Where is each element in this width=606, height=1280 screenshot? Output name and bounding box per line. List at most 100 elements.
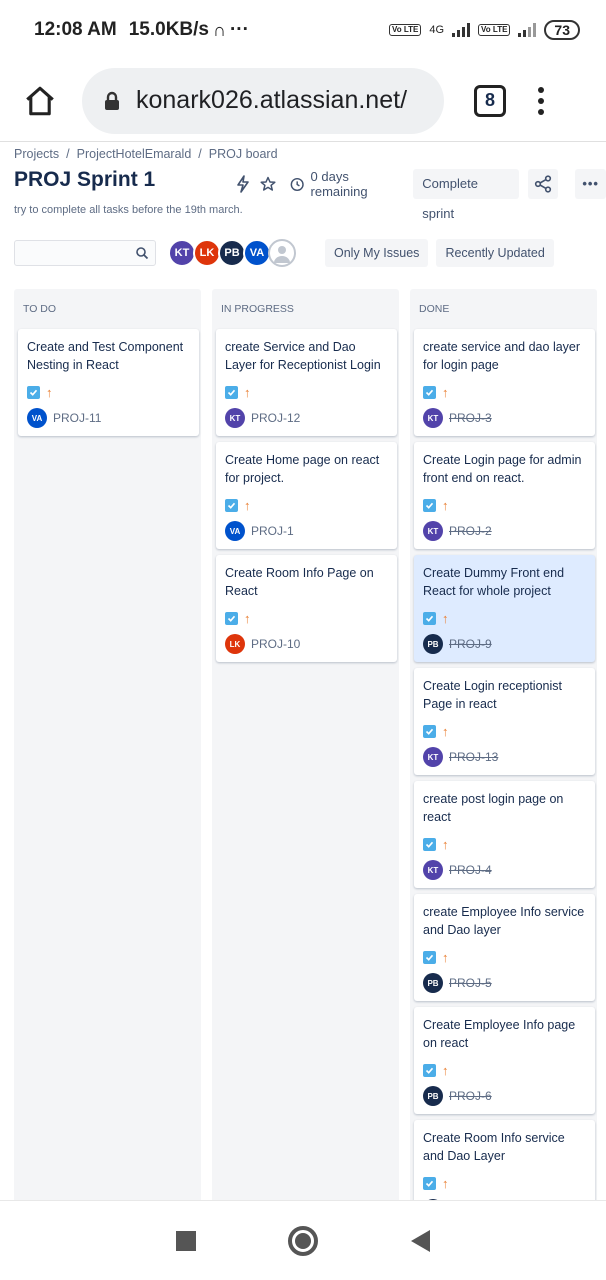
board-column: TO DO Create and Test Component Nesting i… — [14, 289, 201, 1200]
assignee-avatar: KT — [423, 408, 443, 428]
lightning-icon[interactable] — [232, 173, 253, 195]
issue-card[interactable]: Create Dummy Front end React for whole p… — [414, 555, 595, 662]
issue-card[interactable]: Create and Test Component Nesting in Rea… — [18, 329, 199, 436]
avatar-initials: PB — [224, 247, 240, 259]
star-icon[interactable] — [257, 173, 278, 195]
breadcrumb: Projects / ProjectHotelEmarald / PROJ board — [14, 147, 278, 161]
issue-card[interactable]: Create Room Info Page on React ↑ LK PROJ-10 — [216, 555, 397, 662]
network-type: 4G — [429, 24, 445, 36]
avatar-initials: KT — [174, 247, 190, 259]
issue-key[interactable]: PROJ-1 — [251, 524, 294, 538]
issue-card[interactable]: create service and dao layer for login p… — [414, 329, 595, 436]
recents-icon[interactable] — [176, 1230, 197, 1251]
issue-card[interactable]: create Service and Dao Layer for Recepti… — [216, 329, 397, 436]
volte-icon-2: Vo LTE — [478, 24, 511, 36]
issue-title: create service and dao layer for login p… — [423, 340, 581, 372]
assignee-initials: KT — [427, 865, 439, 875]
search-input[interactable] — [14, 240, 156, 266]
task-type-icon — [423, 1176, 436, 1190]
avatar[interactable]: LK — [193, 239, 221, 267]
assignee-avatar: PB — [423, 1086, 443, 1106]
issue-title: Create Home page on react for project. — [225, 453, 380, 485]
unassigned-avatar-icon[interactable] — [268, 239, 296, 267]
issue-key[interactable]: PROJ-11 — [53, 411, 101, 425]
assignee-avatar: KT — [423, 521, 443, 541]
task-type-icon — [423, 385, 436, 399]
assignee-avatar: KT — [423, 860, 443, 880]
issue-key[interactable]: PROJ-6 — [449, 1089, 492, 1103]
issue-key[interactable]: PROJ-13 — [449, 750, 498, 764]
assignee-avatar: PB — [423, 973, 443, 993]
issue-key[interactable]: PROJ-10 — [251, 637, 300, 651]
jira-board-page: Projects / ProjectHotelEmarald / PROJ board … — [0, 142, 606, 1200]
issue-key[interactable]: PROJ-9 — [449, 637, 492, 651]
browser-menu-icon[interactable] — [538, 86, 544, 115]
address-bar[interactable]: konark026.atlassian.net/ — [82, 67, 444, 134]
task-type-icon — [27, 385, 40, 399]
assignee-initials: KT — [229, 413, 241, 423]
assignee-avatar: VA — [225, 521, 245, 541]
search-icon — [136, 247, 149, 260]
issue-title: Create Login page for admin front end on… — [423, 453, 582, 485]
tab-switcher-button[interactable]: 8 — [474, 84, 506, 117]
avatar[interactable]: KT — [168, 239, 196, 267]
assignee-avatar: KT — [423, 747, 443, 767]
column-header: DONE — [419, 303, 450, 315]
complete-sprint-button[interactable]: Complete sprint — [413, 169, 519, 221]
home-nav-icon[interactable] — [288, 1225, 319, 1256]
assignee-initials: KT — [427, 526, 439, 536]
breadcrumb-projects[interactable]: Projects — [14, 147, 59, 161]
battery-icon: 73 — [544, 20, 580, 40]
issue-title: create post login page on react — [423, 792, 564, 824]
issue-title: Create and Test Component Nesting in Rea… — [27, 340, 184, 372]
column-header: IN PROGRESS — [221, 303, 294, 315]
assignee-avatars: KT LK PB VA — [168, 239, 296, 267]
sprint-actions: 0 days remaining Complete sprint ••• — [232, 169, 606, 221]
priority-high-icon: ↑ — [442, 384, 449, 400]
issue-card[interactable]: create post login page on react ↑ KT PROJ-4 — [414, 781, 595, 888]
page-title: PROJ Sprint 1 — [14, 168, 156, 191]
issue-key[interactable]: PROJ-4 — [449, 863, 492, 877]
more-options-button[interactable]: ••• — [575, 169, 606, 199]
task-type-icon — [423, 837, 436, 851]
priority-high-icon: ↑ — [46, 384, 53, 400]
more-notifications-icon: ··· — [229, 19, 249, 40]
browser-toolbar: konark026.atlassian.net/ 8 — [0, 60, 606, 142]
board-filters: KT LK PB VA Only My Issues Recently Upda… — [14, 238, 606, 268]
assignee-initials: KT — [427, 413, 439, 423]
issue-card[interactable]: Create Login page for admin front end on… — [414, 442, 595, 549]
assignee-initials: VA — [31, 413, 43, 423]
issue-key[interactable]: PROJ-3 — [449, 411, 492, 425]
issue-card[interactable]: Create Login receptionist Page in react ↑… — [414, 668, 595, 775]
issue-key[interactable]: PROJ-5 — [449, 976, 492, 990]
breadcrumb-board[interactable]: PROJ board — [209, 147, 278, 161]
avatar[interactable]: PB — [218, 239, 246, 267]
recently-updated-filter[interactable]: Recently Updated — [436, 239, 554, 267]
home-icon — [26, 86, 54, 115]
assignee-initials: PB — [427, 639, 439, 649]
remaining-label: 0 days remaining — [310, 169, 368, 199]
issue-card[interactable]: create Employee Info service and Dao lay… — [414, 894, 595, 1001]
task-type-icon — [423, 724, 436, 738]
issue-card[interactable]: Create Employee Info page on react ↑ PB PRO… — [414, 1007, 595, 1114]
board-column: IN PROGRESS create Service and Dao Layer … — [212, 289, 399, 1200]
home-button[interactable] — [22, 83, 58, 119]
task-type-icon — [423, 611, 436, 625]
issue-card[interactable]: Create Home page on react for project. ↑ V… — [216, 442, 397, 549]
issue-card[interactable]: Create Room Info service and Dao Layer ↑ — [414, 1120, 595, 1200]
avatar-initials: LK — [199, 247, 215, 259]
clock-icon — [290, 177, 304, 191]
issue-key[interactable]: PROJ-2 — [449, 524, 492, 538]
avatar-initials: VA — [249, 247, 265, 259]
task-type-icon — [423, 1063, 436, 1077]
share-button[interactable] — [527, 169, 559, 199]
breadcrumb-project[interactable]: ProjectHotelEmarald — [77, 147, 192, 161]
volte-icon: Vo LTE — [388, 24, 422, 36]
column-header: TO DO — [23, 303, 57, 315]
back-icon[interactable] — [410, 1229, 430, 1252]
avatar[interactable]: VA — [243, 239, 271, 267]
priority-high-icon: ↑ — [244, 497, 251, 513]
only-my-issues-filter[interactable]: Only My Issues — [325, 239, 429, 267]
issue-key[interactable]: PROJ-12 — [251, 411, 300, 425]
issue-title: create Employee Info service and Dao lay… — [423, 905, 585, 937]
